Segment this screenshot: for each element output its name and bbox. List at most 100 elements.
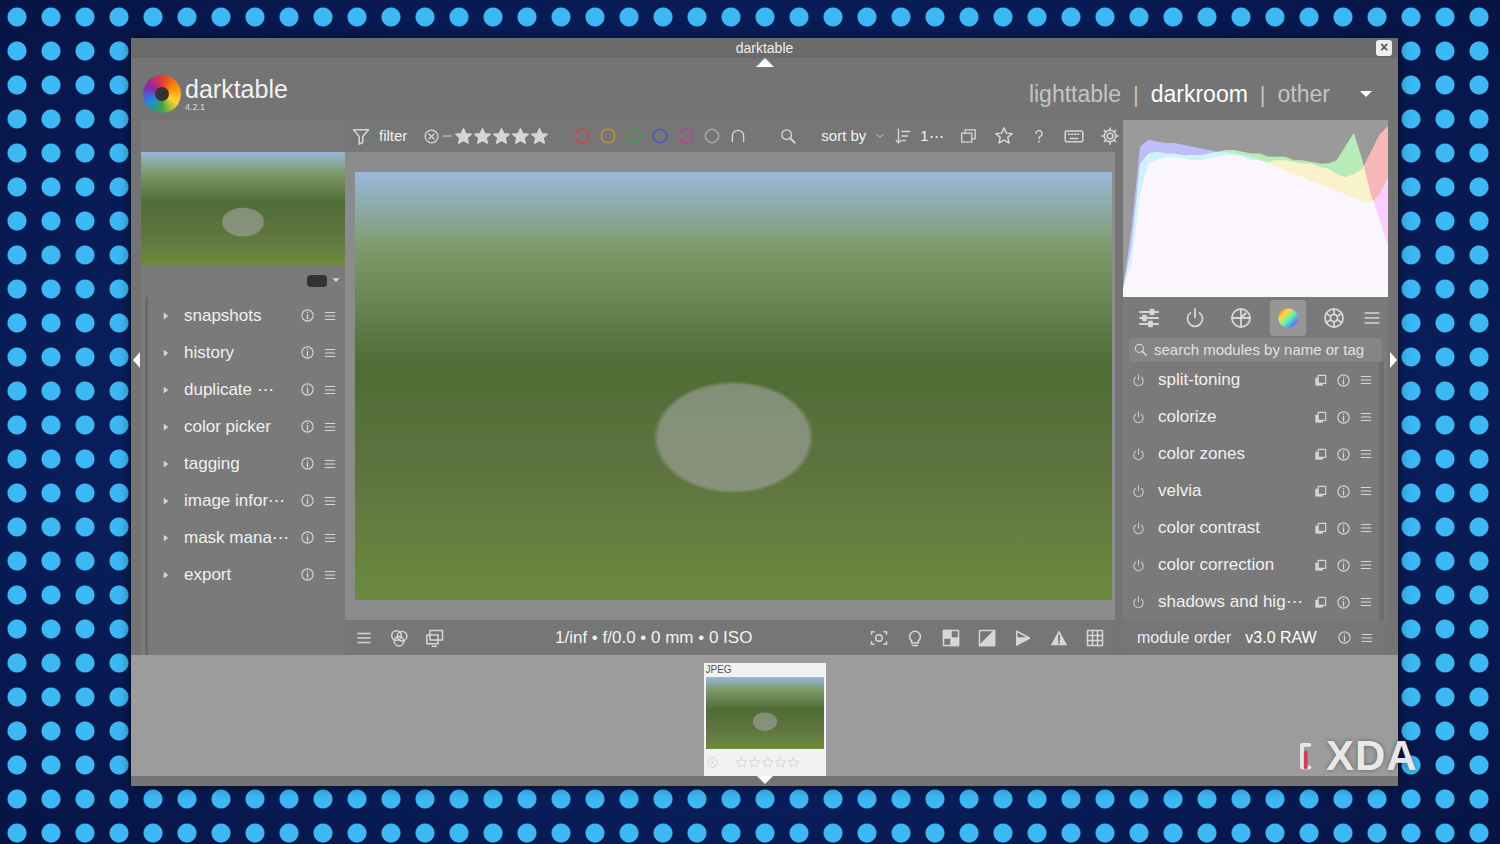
reset-info-icon[interactable]	[1336, 484, 1351, 499]
thumbnail-image[interactable]	[706, 677, 824, 749]
reset-info-icon[interactable]	[300, 345, 315, 360]
grouping-stack-icon[interactable]	[960, 127, 978, 145]
presets-menu-icon[interactable]	[323, 420, 337, 434]
rating-filter[interactable]	[423, 127, 549, 146]
reset-info-icon[interactable]	[300, 382, 315, 397]
star-icon[interactable]	[492, 127, 511, 146]
color-label-circle-icon[interactable]	[573, 127, 591, 145]
multi-instance-copy-icon[interactable]	[1313, 595, 1328, 610]
gamut-warning-icon[interactable]	[1049, 628, 1069, 648]
reset-info-icon[interactable]	[1337, 630, 1352, 645]
arch-icon[interactable]	[729, 127, 747, 145]
star-icon[interactable]	[511, 127, 530, 146]
module-label[interactable]: image infor⋯	[184, 488, 292, 514]
processing-module[interactable]: split-toning	[1123, 362, 1379, 399]
color-label-circle-icon[interactable]	[677, 127, 695, 145]
reset-info-icon[interactable]	[1336, 595, 1351, 610]
reset-info-icon[interactable]	[300, 419, 315, 434]
help-question-icon[interactable]	[1030, 127, 1048, 145]
module-label[interactable]: velvia	[1158, 478, 1305, 504]
sort-by-label[interactable]: sort by	[821, 125, 866, 148]
star-icon[interactable]	[761, 756, 774, 769]
expand-arrow-icon[interactable]	[160, 457, 172, 471]
expand-arrow-icon[interactable]	[160, 568, 172, 582]
module-label[interactable]: tagging	[184, 451, 292, 477]
view-tab[interactable]: darkroom	[1147, 77, 1252, 112]
star-icon[interactable]	[735, 756, 748, 769]
presets-menu-icon[interactable]	[323, 309, 337, 323]
presets-menu-icon[interactable]	[323, 531, 337, 545]
multi-instance-copy-icon[interactable]	[1313, 447, 1328, 462]
left-module[interactable]: tagging	[148, 445, 345, 482]
left-module[interactable]: mask mana⋯	[148, 519, 345, 556]
star-icon[interactable]	[473, 127, 492, 146]
sort-field[interactable]: 1⋯	[920, 125, 943, 148]
processing-module[interactable]: color zones	[1123, 436, 1379, 473]
reset-info-icon[interactable]	[1336, 410, 1351, 425]
star-icon[interactable]	[530, 127, 549, 146]
module-group-tab[interactable]	[1270, 300, 1306, 336]
styles-circles-icon[interactable]	[389, 628, 409, 648]
left-module[interactable]: duplicate ⋯	[148, 371, 345, 408]
minus-icon[interactable]	[440, 129, 454, 143]
sort-order-icon[interactable]	[894, 127, 912, 145]
module-label[interactable]: color picker	[184, 414, 292, 440]
power-icon[interactable]	[1131, 558, 1146, 573]
power-icon[interactable]	[1131, 484, 1146, 499]
left-module[interactable]: snapshots	[148, 297, 345, 334]
reset-info-icon[interactable]	[300, 530, 315, 545]
multi-instance-copy-icon[interactable]	[1313, 410, 1328, 425]
expand-arrow-icon[interactable]	[160, 383, 172, 397]
reset-info-icon[interactable]	[300, 493, 315, 508]
presets-menu-icon[interactable]	[323, 568, 337, 582]
preferences-gear-icon[interactable]	[1100, 126, 1120, 146]
multi-instance-copy-icon[interactable]	[1313, 373, 1328, 388]
camera-icon[interactable]	[307, 275, 327, 287]
focus-peaking-icon[interactable]	[869, 628, 889, 648]
reset-info-icon[interactable]	[1336, 447, 1351, 462]
presets-menu-icon[interactable]	[1359, 447, 1373, 461]
presets-menu-icon[interactable]	[323, 346, 337, 360]
power-icon[interactable]	[1131, 447, 1146, 462]
color-label-circle-icon[interactable]	[625, 127, 643, 145]
overexposed-diagonal-icon[interactable]	[977, 628, 997, 648]
reset-info-icon[interactable]	[300, 456, 315, 471]
color-label-circle-icon[interactable]	[599, 127, 617, 145]
star-icon[interactable]	[787, 756, 800, 769]
module-group-tab[interactable]	[1177, 300, 1213, 336]
expand-arrow-icon[interactable]	[160, 420, 172, 434]
multi-instance-copy-icon[interactable]	[1313, 521, 1328, 536]
expand-arrow-icon[interactable]	[160, 346, 172, 360]
left-module[interactable]: image infor⋯	[148, 482, 345, 519]
thumbnail-rating[interactable]	[704, 749, 826, 776]
multi-instance-copy-icon[interactable]	[1313, 484, 1328, 499]
search-magnifier-icon[interactable]	[779, 127, 797, 145]
reset-info-icon[interactable]	[300, 308, 315, 323]
power-icon[interactable]	[1131, 373, 1146, 388]
overlay-star-icon[interactable]	[994, 126, 1014, 146]
module-order-value[interactable]: v3.0 RAW	[1245, 626, 1316, 650]
reset-info-icon[interactable]	[1336, 558, 1351, 573]
multi-instance-copy-icon[interactable]	[1313, 558, 1328, 573]
processing-module[interactable]: velvia	[1123, 473, 1379, 510]
left-module[interactable]: history	[148, 334, 345, 371]
second-window-monitor-icon[interactable]	[425, 628, 445, 648]
expand-arrow-icon[interactable]	[160, 494, 172, 508]
shortcuts-keyboard-icon[interactable]	[1064, 126, 1084, 146]
chevron-down-icon[interactable]	[874, 130, 886, 142]
module-group-tab[interactable]	[1223, 300, 1259, 336]
presets-menu-icon[interactable]	[1360, 631, 1374, 645]
presets-menu-icon[interactable]	[323, 494, 337, 508]
module-label[interactable]: history	[184, 340, 292, 366]
module-label[interactable]: mask mana⋯	[184, 525, 292, 551]
left-module[interactable]: color picker	[148, 408, 345, 445]
module-label[interactable]: export	[184, 562, 292, 588]
guides-grid-icon[interactable]	[1085, 628, 1105, 648]
presets-menu-icon[interactable]	[1362, 308, 1382, 328]
view-tab[interactable]: other	[1274, 77, 1334, 112]
navigation-preview[interactable]	[141, 152, 345, 265]
module-label[interactable]: duplicate ⋯	[184, 377, 292, 403]
color-label-circle-icon[interactable]	[651, 127, 669, 145]
module-label[interactable]: colorize	[1158, 404, 1305, 430]
expand-arrow-icon[interactable]	[160, 309, 172, 323]
